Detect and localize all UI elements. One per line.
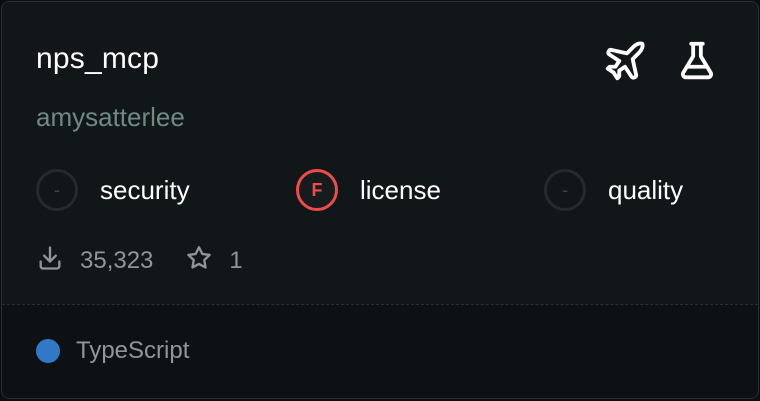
card-footer: TypeScript xyxy=(2,304,758,398)
package-title[interactable]: nps_mcp xyxy=(36,40,159,78)
score-row: - security F license - quality xyxy=(36,166,736,214)
stars-count: 1 xyxy=(229,247,243,274)
language-name: TypeScript xyxy=(76,337,190,364)
license-label: license xyxy=(360,174,441,205)
license-grade-badge: F xyxy=(296,169,338,211)
flask-icon[interactable] xyxy=(674,38,720,84)
package-card[interactable]: nps_mcp amysatterlee - security F licens… xyxy=(1,1,759,399)
quality-grade-badge: - xyxy=(544,169,586,211)
airplane-icon[interactable] xyxy=(602,38,648,84)
language-color-dot xyxy=(36,339,60,363)
language-indicator: TypeScript xyxy=(36,337,189,365)
quality-score[interactable]: - quality xyxy=(544,166,683,214)
downloads-count: 35,323 xyxy=(80,247,154,274)
security-score[interactable]: - security xyxy=(36,166,190,214)
stats-row: 35,323 1 xyxy=(36,244,243,278)
security-grade-badge: - xyxy=(36,169,78,211)
top-icons xyxy=(602,38,720,84)
package-author[interactable]: amysatterlee xyxy=(36,100,185,134)
downloads-stat: 35,323 xyxy=(36,244,153,279)
download-icon xyxy=(36,244,80,279)
security-label: security xyxy=(100,174,190,205)
star-icon xyxy=(185,244,229,279)
quality-label: quality xyxy=(608,174,684,205)
stars-stat: 1 xyxy=(185,244,243,279)
license-score[interactable]: F license xyxy=(296,166,441,214)
